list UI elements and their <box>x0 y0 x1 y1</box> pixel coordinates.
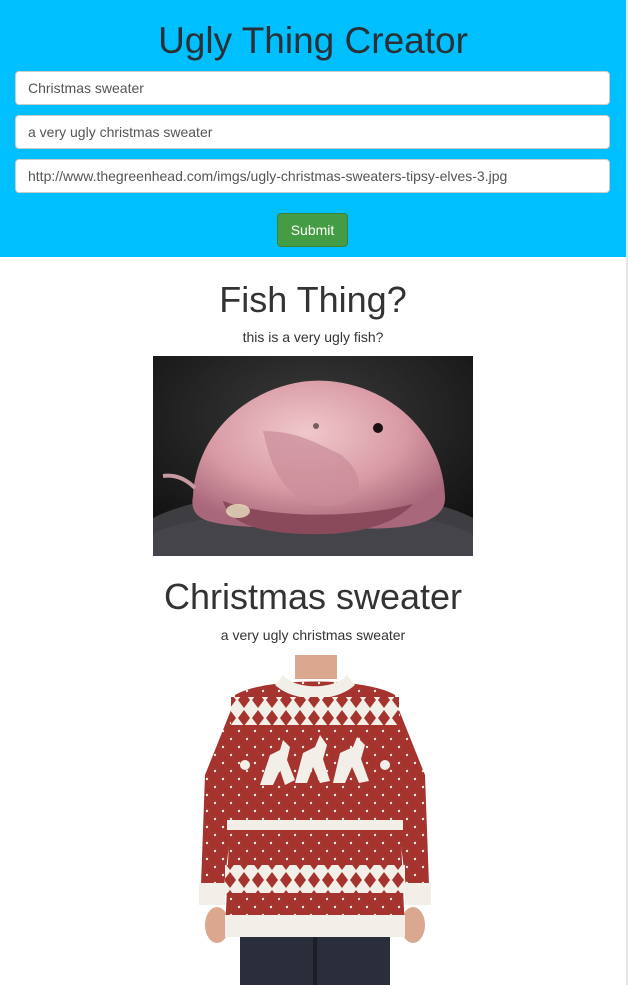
blobfish-image <box>153 356 473 556</box>
christmas-sweater-image <box>195 655 435 985</box>
submit-button[interactable]: Submit <box>277 213 348 247</box>
thing-description: a very ugly christmas sweater <box>220 627 406 643</box>
creator-header: Ugly Thing Creator Submit <box>0 0 626 257</box>
description-input[interactable] <box>15 115 610 149</box>
image-url-input[interactable] <box>15 159 610 193</box>
thing-title: Christmas sweater <box>163 576 463 617</box>
thing-title: Fish Thing? <box>219 279 407 320</box>
name-input[interactable] <box>15 71 610 105</box>
app-title: Ugly Thing Creator <box>158 20 468 61</box>
thing-description: this is a very ugly fish? <box>242 329 384 345</box>
